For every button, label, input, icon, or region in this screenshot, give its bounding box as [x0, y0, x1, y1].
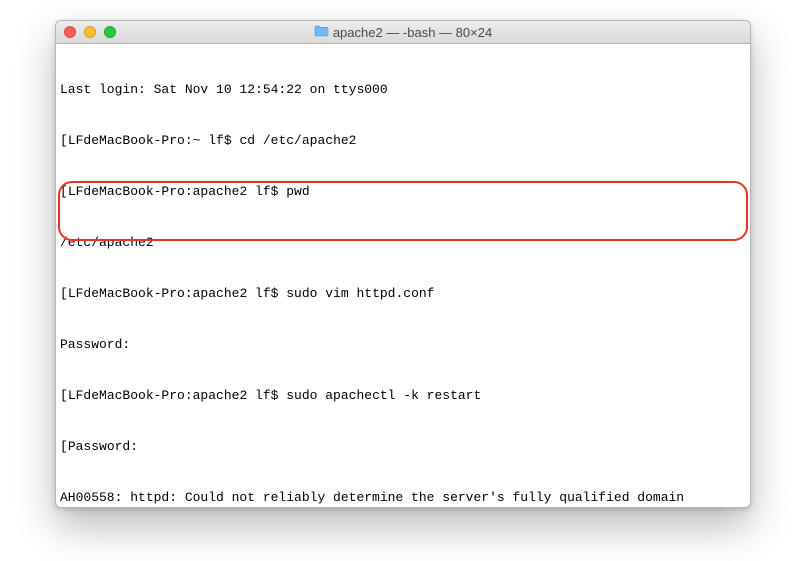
minimize-icon[interactable]: [84, 26, 96, 38]
terminal-line: [LFdeMacBook-Pro:apache2 lf$ sudo apache…: [60, 387, 746, 404]
close-icon[interactable]: [64, 26, 76, 38]
window-title-text: apache2 — -bash — 80×24: [333, 25, 492, 40]
window-title: apache2 — -bash — 80×24: [56, 25, 750, 40]
terminal-line: Last login: Sat Nov 10 12:54:22 on ttys0…: [60, 81, 746, 98]
terminal-line: [LFdeMacBook-Pro:apache2 lf$ sudo vim ht…: [60, 285, 746, 302]
terminal-line: [LFdeMacBook-Pro:apache2 lf$ pwd: [60, 183, 746, 200]
terminal-body[interactable]: Last login: Sat Nov 10 12:54:22 on ttys0…: [56, 44, 750, 508]
titlebar: apache2 — -bash — 80×24: [56, 21, 750, 44]
terminal-line: AH00558: httpd: Could not reliably deter…: [60, 489, 746, 506]
terminal-window: apache2 — -bash — 80×24 Last login: Sat …: [55, 20, 751, 508]
zoom-icon[interactable]: [104, 26, 116, 38]
folder-icon: [314, 25, 329, 40]
terminal-line: /etc/apache2: [60, 234, 746, 251]
traffic-lights: [64, 26, 116, 38]
terminal-line: [Password:: [60, 438, 746, 455]
terminal-line: Password:: [60, 336, 746, 353]
terminal-line: [LFdeMacBook-Pro:~ lf$ cd /etc/apache2: [60, 132, 746, 149]
